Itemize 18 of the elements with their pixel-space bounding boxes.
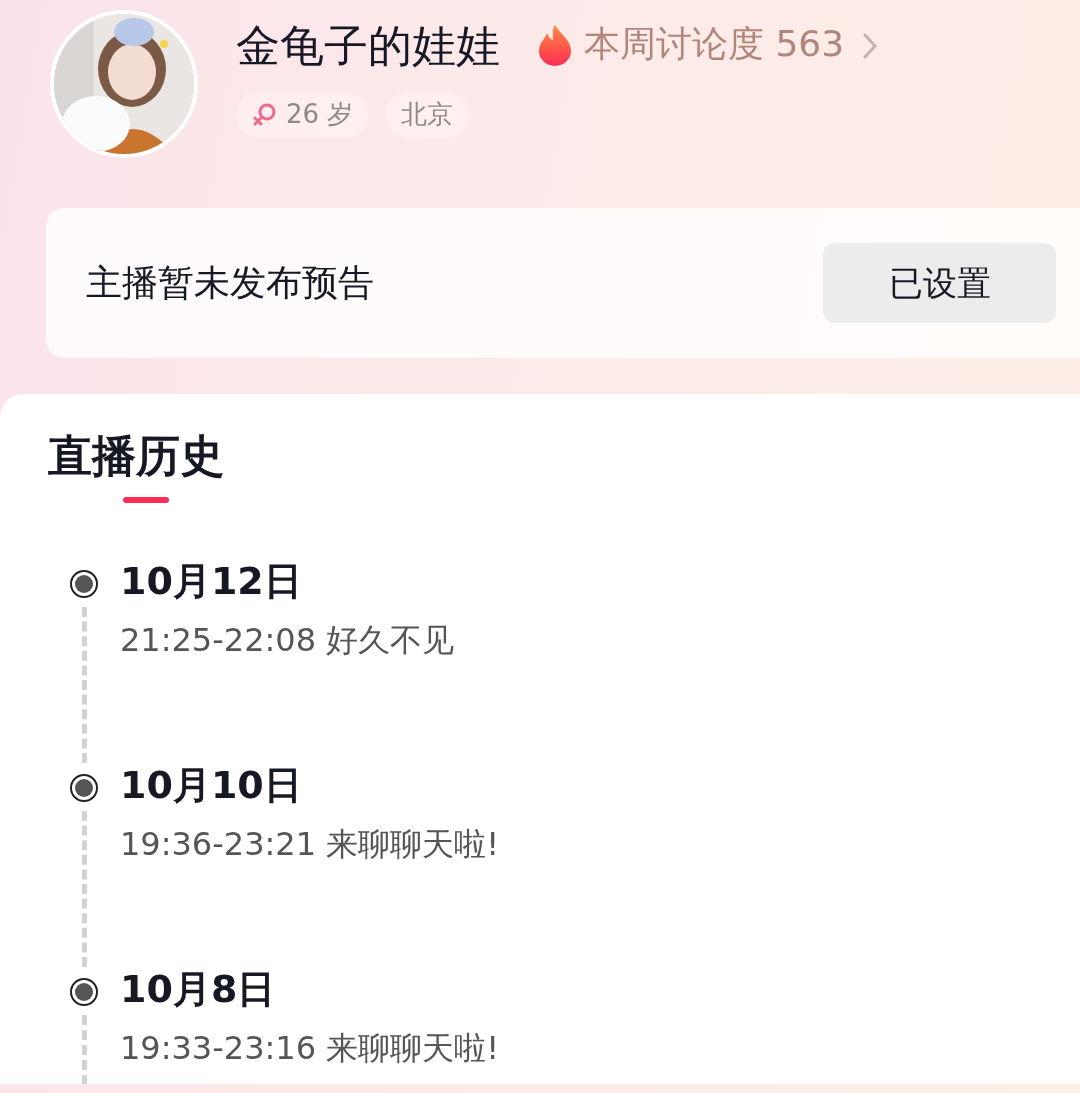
history-detail: 19:36-23:21 来聊聊天啦!: [120, 824, 499, 866]
tab-underline: [123, 496, 169, 503]
timeline-dot-icon: [69, 568, 99, 599]
info-tag: 北京: [385, 92, 470, 139]
history-date: 10月12日: [120, 558, 303, 605]
history-date: 10月10日: [120, 762, 303, 809]
notice-text: 主播暂未发布预告: [86, 261, 374, 305]
chevron-right-icon[interactable]: [862, 32, 879, 61]
history-detail: 21:25-22:08 好久不见: [120, 620, 455, 662]
user-name: 金龟子的娃娃: [236, 22, 500, 71]
history-date: 10月8日: [120, 966, 277, 1013]
timeline-dot-icon: [69, 772, 99, 803]
timeline-dot-icon: [69, 976, 99, 1007]
history-detail: 19:33-23:16 来聊聊天啦!: [120, 1028, 499, 1070]
set-button[interactable]: 已设置: [823, 243, 1056, 323]
fire-icon: [538, 24, 572, 67]
history-tab[interactable]: 直播历史: [48, 430, 224, 483]
tag-text: 26 岁: [286, 98, 354, 132]
